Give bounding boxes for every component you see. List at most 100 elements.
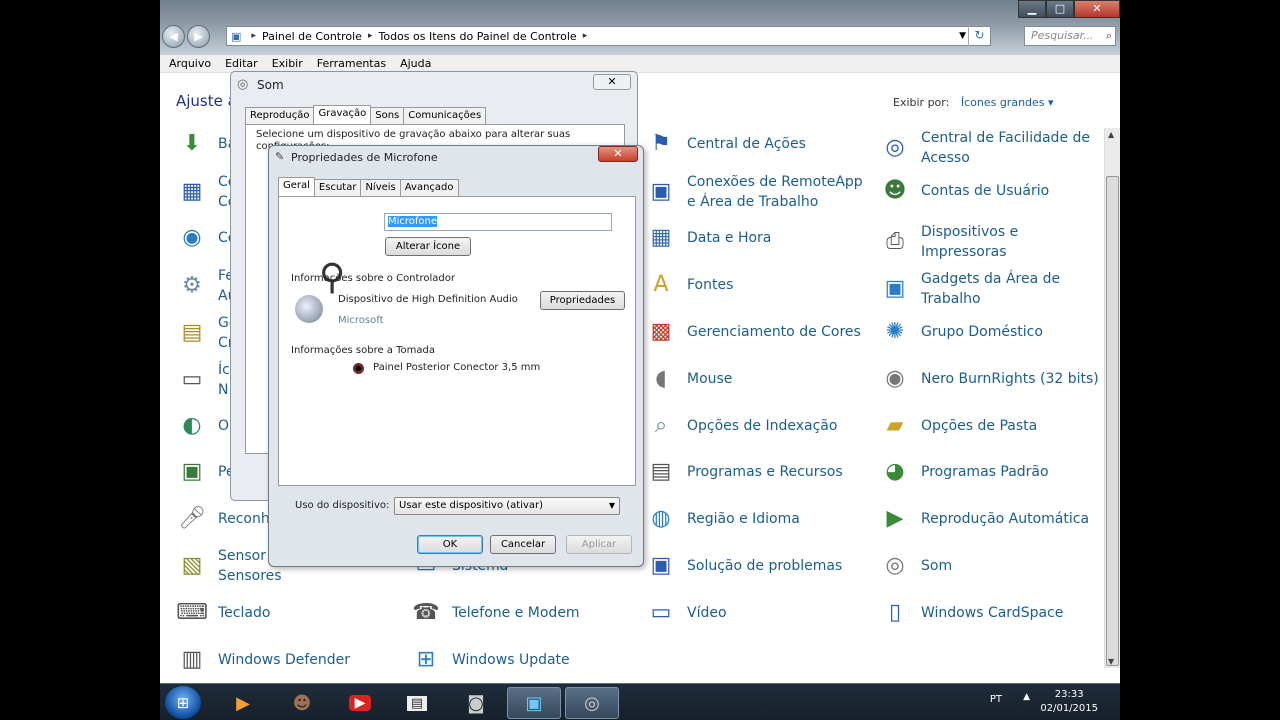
apply-button[interactable]: Aplicar	[566, 535, 632, 554]
cp-item-label: Opções de Pasta	[921, 418, 1038, 434]
speaker-icon: ◎	[885, 553, 905, 578]
cp-item[interactable]: ▤ Programas e Recursos	[645, 456, 867, 488]
cp-item[interactable]: ⎙ Dispositivos e Impressoras	[879, 222, 1101, 262]
tab-escutar[interactable]: Escutar	[313, 179, 362, 196]
cp-item[interactable]: ⌨ Teclado	[176, 597, 398, 629]
cp-item[interactable]: ▯ Windows CardSpace	[879, 597, 1101, 629]
search-input[interactable]: Pesquisar... ⌕	[1024, 26, 1116, 46]
cp-item-label: Reprodução Automática	[921, 511, 1090, 527]
tab-niveis[interactable]: Níveis	[360, 179, 401, 196]
address-bar[interactable]: ▣ ▸ Painel de Controle ▸ Todos os Itens …	[226, 26, 991, 46]
breadcrumb-item[interactable]: Todos os Itens do Painel de Controle	[378, 30, 576, 43]
close-button[interactable]: ✕	[598, 146, 638, 162]
microphone-icon: ✎	[275, 150, 285, 163]
cp-item-label: Data e Hora	[687, 230, 772, 246]
search-icon[interactable]: ⌕	[1106, 27, 1112, 45]
search-placeholder: Pesquisar...	[1031, 29, 1094, 42]
cp-item[interactable]: ▰ Opções de Pasta	[879, 410, 1101, 442]
cp-item[interactable]: ◍ Região e Idioma	[645, 503, 867, 535]
cp-item[interactable]: ✺ Grupo Doméstico	[879, 316, 1101, 348]
scrollbar-thumb[interactable]	[1106, 176, 1119, 666]
cp-item-label: Programas Padrão	[921, 464, 1049, 480]
camera-app-icon[interactable]: ◙	[449, 687, 503, 719]
cp-item[interactable]: ◉ Nero BurnRights (32 bits)	[879, 363, 1101, 395]
cp-item[interactable]: ◎ Som	[879, 550, 1101, 582]
cp-item-label: Mouse	[687, 371, 733, 387]
tab-sons[interactable]: Sons	[370, 107, 405, 124]
remoteapp-icon: ▣	[650, 179, 672, 204]
cp-item[interactable]: ▦ Ce Co	[176, 172, 237, 212]
troubleshoot-icon: ▣	[650, 553, 672, 578]
ok-button[interactable]: OK	[417, 535, 483, 554]
change-icon-button[interactable]: Alterar Ícone	[385, 237, 471, 256]
clock[interactable]: 23:33 02/01/2015	[1040, 688, 1098, 716]
back-arrow-icon[interactable]: ◀	[162, 25, 185, 48]
speaker-icon: ◎	[237, 77, 249, 92]
scrollbar[interactable]: ▲ ▼	[1104, 128, 1120, 668]
cancel-button[interactable]: Cancelar	[490, 535, 556, 554]
close-button[interactable]: ✕	[593, 74, 631, 90]
show-hidden-icons-icon[interactable]: ▲	[1023, 692, 1030, 702]
device-name-value: Microfone	[388, 216, 438, 227]
video-player-icon[interactable]: ▶	[333, 687, 387, 719]
tab-comunicacoes[interactable]: Comunicações	[403, 107, 487, 124]
cp-item[interactable]: ◎ Central de Facilidade de Acesso	[879, 128, 1101, 168]
cp-item[interactable]: ▥ Windows Defender	[176, 644, 398, 676]
maximize-button[interactable]: □	[1046, 0, 1074, 18]
nav-buttons: ◀ ▶	[162, 25, 210, 48]
tab-gravacao[interactable]: Gravação	[313, 105, 372, 124]
menu-ferramentas[interactable]: Ferramentas	[317, 55, 386, 72]
cp-item[interactable]: ▶ Reprodução Automática	[879, 503, 1101, 535]
start-button[interactable]: ⊞	[165, 686, 201, 719]
device-usage-select[interactable]: Usar este dispositivo (ativar) ▼	[394, 497, 620, 515]
document-icon[interactable]: ▤	[390, 687, 444, 719]
cp-item[interactable]: ▦ Data e Hora	[645, 222, 867, 254]
tab-geral[interactable]: Geral	[278, 177, 315, 196]
cp-item[interactable]: ☻ Contas de Usuário	[879, 175, 1101, 207]
cp-item[interactable]: ▭ Vídeo	[645, 597, 867, 629]
cp-item[interactable]: ⚙ Fe Au	[176, 266, 238, 306]
dialog-title: Propriedades de Microfone	[291, 151, 438, 164]
cp-item[interactable]: ⊞ Windows Update	[410, 644, 632, 676]
tab-reproducao[interactable]: Reprodução	[245, 107, 315, 124]
tab-avancado[interactable]: Avançado	[399, 179, 459, 196]
menu-ajuda[interactable]: Ajuda	[400, 55, 431, 72]
forward-arrow-icon[interactable]: ▶	[187, 25, 210, 48]
cp-item-label: Conexões de RemoteApp e Área de Trabalho	[687, 174, 863, 210]
menu-arquivo[interactable]: Arquivo	[169, 55, 211, 72]
scroll-down-icon[interactable]: ▼	[1108, 657, 1114, 666]
cp-item[interactable]: ⌕ Opções de Indexação	[645, 410, 867, 442]
menu-editar[interactable]: Editar	[225, 55, 258, 72]
cp-item[interactable]: ▣ Solução de problemas	[645, 550, 867, 582]
cp-item-label: Windows Defender	[218, 652, 351, 668]
control-panel-taskbar-icon[interactable]: ▣	[507, 687, 561, 719]
cp-item-label: Nero BurnRights (32 bits)	[921, 371, 1099, 387]
sound-taskbar-icon[interactable]: ◎	[565, 687, 619, 719]
cp-item-label: Programas e Recursos	[687, 464, 843, 480]
media-center-icon[interactable]: ▶	[216, 687, 270, 719]
cp-item[interactable]: ◕ Programas Padrão	[879, 456, 1101, 488]
refresh-icon[interactable]: ↻	[968, 26, 990, 46]
language-indicator[interactable]: PT	[990, 694, 1002, 705]
cp-item[interactable]: A Fontes	[645, 269, 867, 301]
cp-item-label: Grupo Doméstico	[921, 324, 1043, 340]
breadcrumb-item[interactable]: Painel de Controle	[262, 30, 362, 43]
minimize-button[interactable]: ▁	[1018, 0, 1046, 18]
cp-item[interactable]: ▣ Conexões de RemoteApp e Área de Trabalh…	[645, 172, 867, 212]
address-dropdown-icon[interactable]: ▼	[959, 27, 966, 45]
game-icon[interactable]: ☻	[275, 687, 329, 719]
menu-exibir[interactable]: Exibir	[272, 55, 303, 72]
view-by-dropdown[interactable]: Ícones grandes ▾	[961, 96, 1054, 109]
cp-item[interactable]: ◖ Mouse	[645, 363, 867, 395]
cp-item-label: Solução de problemas	[687, 558, 843, 574]
cp-item[interactable]: ▤ Ge Cr	[176, 313, 238, 353]
cp-item[interactable]: ▩ Gerenciamento de Cores	[645, 316, 867, 348]
cp-item[interactable]: ☎ Telefone e Modem	[410, 597, 632, 629]
cp-item[interactable]: ▭ Íc N	[176, 360, 238, 400]
cp-item[interactable]: ▣ Gadgets da Área de Trabalho	[879, 269, 1101, 309]
device-name-input[interactable]: Microfone	[384, 213, 612, 231]
scroll-up-icon[interactable]: ▲	[1108, 130, 1114, 139]
close-button[interactable]: ✕	[1074, 0, 1120, 18]
cp-item[interactable]: ⚑ Central de Ações	[645, 128, 867, 160]
properties-button[interactable]: Propriedades	[540, 291, 625, 310]
